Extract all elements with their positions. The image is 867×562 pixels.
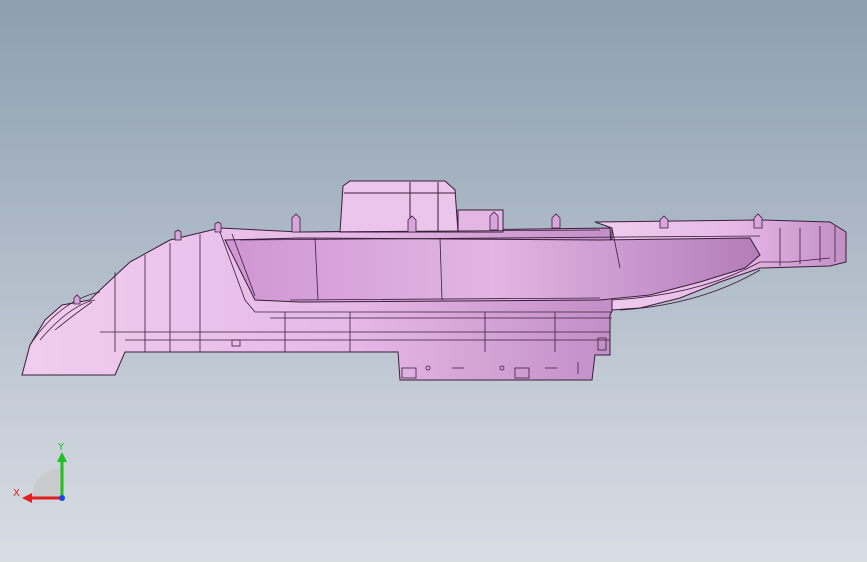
x-axis-arrowhead [22, 493, 32, 503]
cad-model[interactable] [0, 0, 867, 562]
x-axis-label: X [13, 488, 20, 499]
y-axis-arrowhead [57, 452, 67, 462]
graphics-viewport[interactable]: Y X [0, 0, 867, 562]
y-axis-label: Y [57, 442, 65, 453]
axis-triad: Y X [13, 442, 67, 503]
z-axis-dot [59, 495, 65, 501]
triad-quadrant [32, 468, 62, 498]
top-box [339, 180, 504, 233]
